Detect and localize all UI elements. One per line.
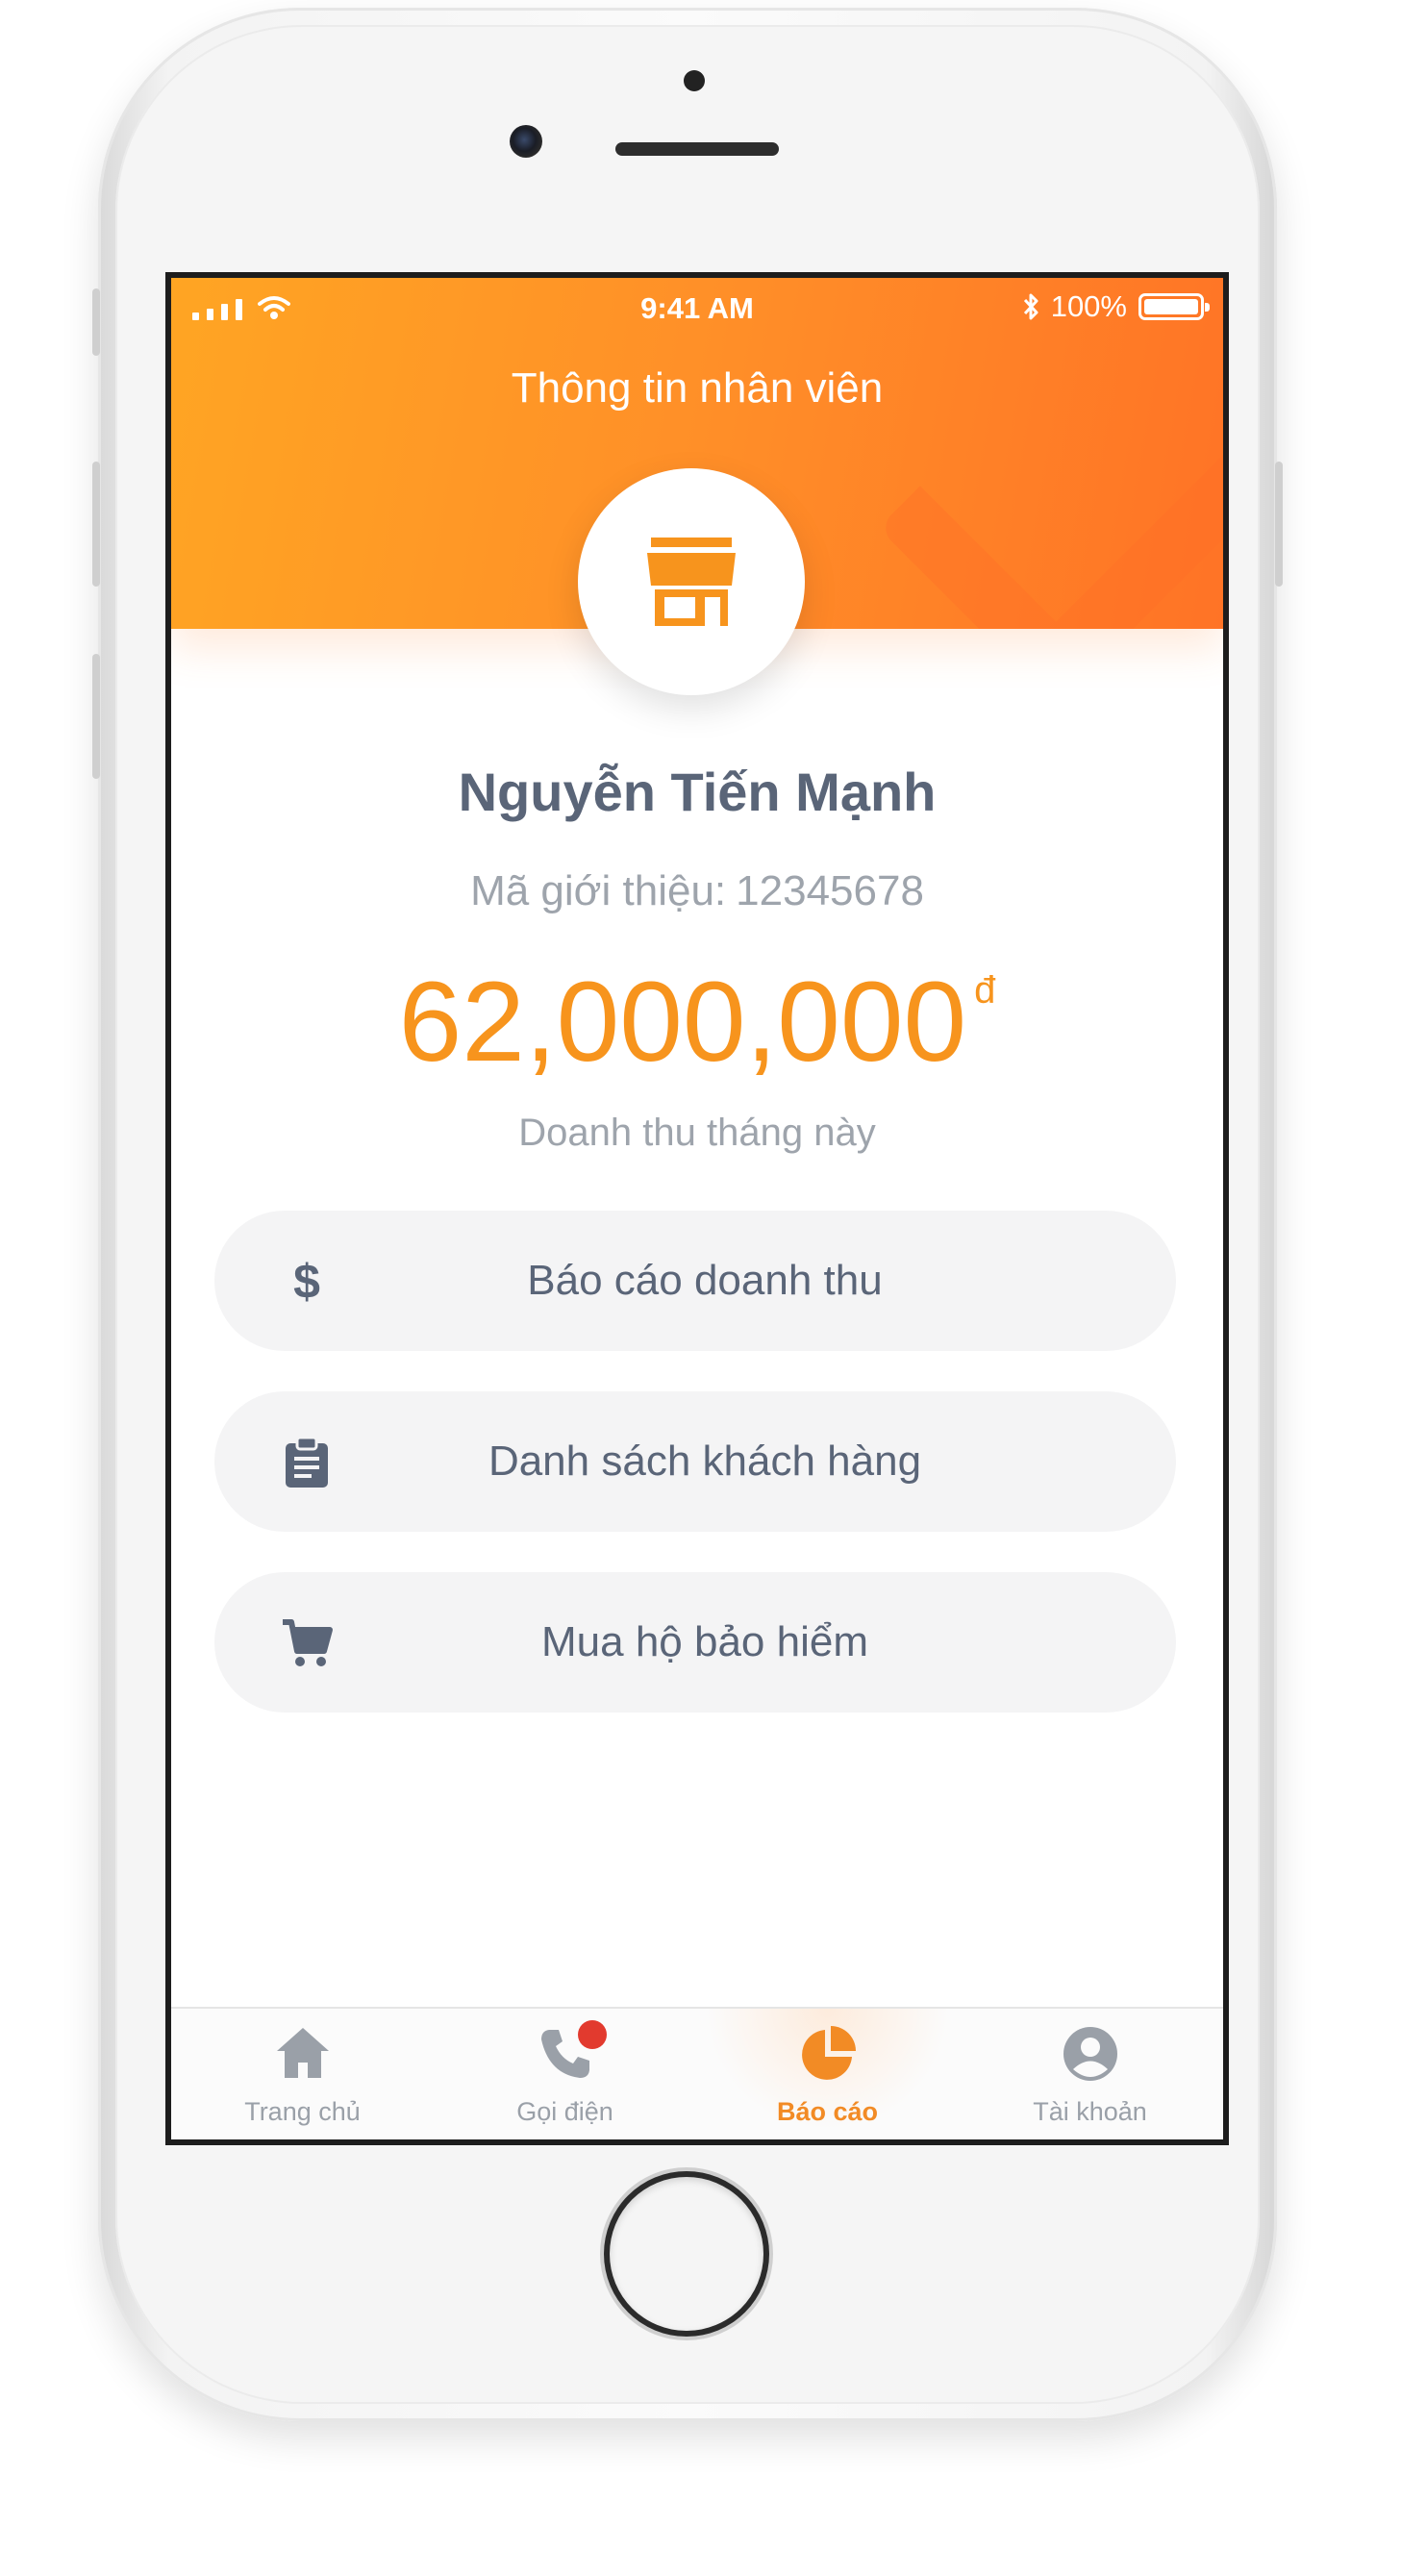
dollar-icon: $	[293, 1255, 320, 1309]
tab-label: Gọi điện	[516, 2097, 613, 2126]
volume-up-button	[92, 462, 100, 587]
bluetooth-icon	[1023, 293, 1038, 320]
revenue-caption: Doanh thu tháng này	[518, 1112, 876, 1154]
menu-label: Báo cáo doanh thu	[527, 1257, 883, 1304]
store-icon	[647, 538, 736, 626]
status-bar: 9:41 AM 100%	[171, 278, 1223, 341]
page-title: Thông tin nhân viên	[511, 364, 884, 412]
account-icon	[1063, 2027, 1117, 2081]
battery-percent: 100%	[1050, 289, 1127, 323]
notification-badge	[578, 2020, 607, 2049]
revenue-currency: đ	[974, 969, 996, 1012]
home-icon	[277, 2028, 329, 2078]
proximity-sensor	[684, 70, 705, 91]
tab-label: Tài khoản	[1033, 2097, 1147, 2126]
referral-label: Mã giới thiệu:	[470, 867, 727, 914]
volume-down-button	[92, 654, 100, 779]
tab-label: Trang chủ	[244, 2097, 361, 2126]
tab-call[interactable]: Gọi điện	[434, 2009, 696, 2139]
earpiece-speaker	[615, 142, 779, 156]
buy-insurance-button[interactable]: Mua hộ bảo hiểm	[214, 1572, 1176, 1713]
clipboard-icon	[278, 1434, 336, 1491]
tab-label: Báo cáo	[776, 2097, 879, 2126]
home-button[interactable]	[610, 2177, 763, 2331]
customer-list-button[interactable]: Danh sách khách hàng	[214, 1391, 1176, 1532]
mute-switch	[92, 288, 100, 356]
revenue-value: 62,000,000	[398, 959, 967, 1086]
front-camera	[510, 125, 542, 158]
employee-name: Nguyễn Tiến Mạnh	[458, 762, 937, 822]
tab-report[interactable]: Báo cáo	[696, 2009, 959, 2139]
app-screen: 9:41 AM 100% Thông tin nhân viên Nguyễn …	[165, 272, 1229, 2145]
power-button	[1275, 462, 1283, 587]
bottom-tab-bar: Trang chủ Gọi điện Báo cáo Tài khoản	[171, 2007, 1223, 2139]
cart-icon	[278, 1614, 336, 1672]
referral-code-row: Mã giới thiệu: 12345678	[171, 867, 1223, 915]
referral-code: 12345678	[736, 867, 924, 914]
status-right: 100%	[1022, 289, 1210, 324]
monthly-revenue: 62,000,000 đ	[171, 965, 1223, 1079]
pie-chart-icon	[802, 2026, 856, 2080]
menu-label: Danh sách khách hàng	[488, 1438, 922, 1485]
tab-home[interactable]: Trang chủ	[171, 2009, 434, 2139]
avatar	[578, 468, 805, 695]
battery-icon	[1138, 293, 1210, 320]
revenue-report-button[interactable]: $ Báo cáo doanh thu	[214, 1211, 1176, 1351]
tab-account[interactable]: Tài khoản	[959, 2009, 1221, 2139]
menu-label: Mua hộ bảo hiểm	[541, 1618, 868, 1665]
